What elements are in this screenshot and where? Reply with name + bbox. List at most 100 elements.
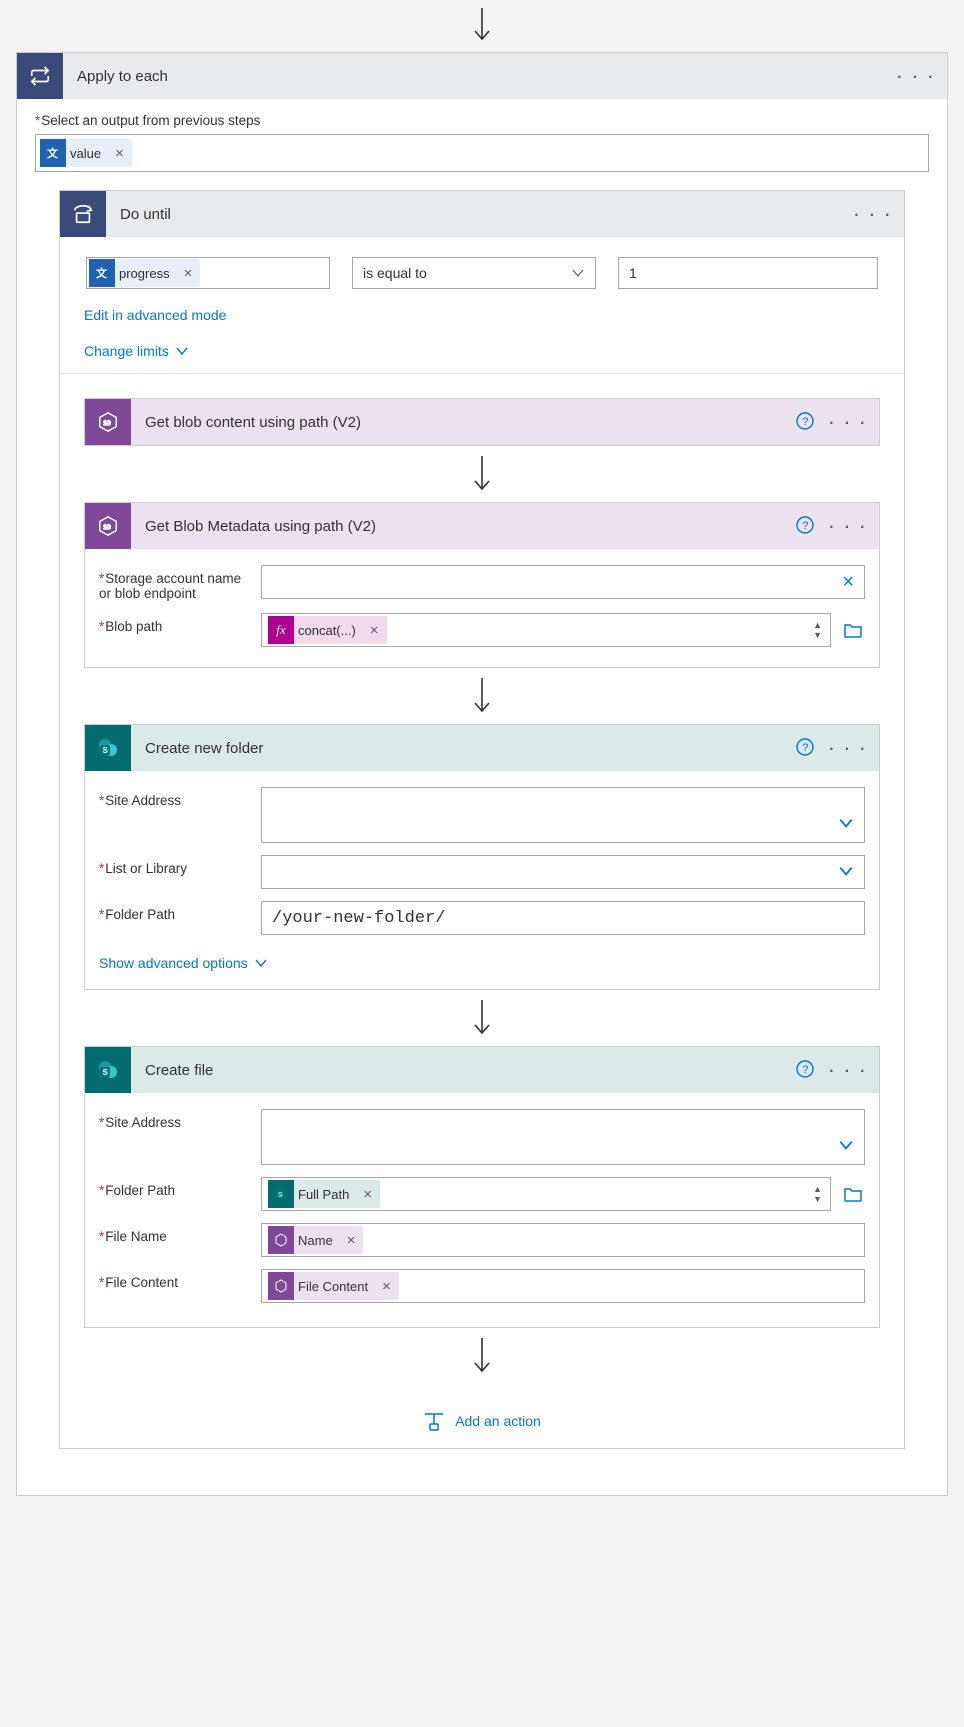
flow-arrow [84, 668, 880, 724]
svg-text:10: 10 [103, 420, 111, 427]
add-step-icon [423, 1410, 445, 1432]
name-token[interactable]: Name × [268, 1226, 363, 1254]
change-limits-link[interactable]: Change limits [84, 343, 189, 359]
chevron-down-icon [571, 266, 585, 280]
flow-arrow [0, 0, 964, 52]
sharepoint-icon: S [85, 725, 131, 771]
file-content-label: *File Content [99, 1269, 249, 1290]
create-folder-title: Create new folder [131, 740, 796, 757]
file-content-input[interactable]: File Content × [261, 1269, 865, 1303]
more-icon[interactable]: · · · [828, 521, 867, 531]
more-icon[interactable]: · · · [828, 743, 867, 753]
fx-icon: fx [268, 616, 294, 644]
do-until-icon [60, 191, 106, 237]
blob-content-title: Get blob content using path (V2) [131, 414, 796, 431]
condition-lhs[interactable]: 文 progress × [86, 257, 330, 289]
do-until-title: Do until [106, 206, 853, 223]
chevron-down-icon[interactable] [838, 1137, 854, 1156]
file-name-input[interactable]: Name × [261, 1223, 865, 1257]
svg-text:?: ? [802, 742, 808, 754]
blob-path-input[interactable]: fx concat(...) × ▲▼ [261, 613, 831, 647]
condition-operator[interactable]: is equal to [352, 257, 596, 289]
show-advanced-link[interactable]: Show advanced options [99, 955, 268, 971]
select-output-label: *Select an output from previous steps [35, 113, 929, 128]
svg-text:文: 文 [96, 266, 108, 280]
flow-arrow [84, 990, 880, 1046]
help-icon[interactable]: ? [796, 738, 814, 759]
create-folder-header[interactable]: S Create new folder ? · · · [85, 725, 879, 771]
file-folder-path-input[interactable]: S Full Path × ▲▼ [261, 1177, 831, 1211]
remove-token-icon[interactable]: × [107, 145, 132, 162]
help-icon[interactable]: ? [796, 412, 814, 433]
create-file-header[interactable]: S Create file ? · · · [85, 1047, 879, 1093]
apply-to-each-title: Apply to each [63, 68, 896, 85]
svg-text:?: ? [802, 520, 808, 532]
create-file-card: S Create file ? · · · [84, 1046, 880, 1328]
loop-icon [17, 53, 63, 99]
remove-token-icon[interactable]: × [362, 622, 387, 639]
remove-token-icon[interactable]: × [355, 1186, 380, 1203]
get-blob-content-header[interactable]: 10 Get blob content using path (V2) ? · … [85, 399, 879, 445]
help-icon[interactable]: ? [796, 516, 814, 537]
file-folder-path-label: *Folder Path [99, 1177, 249, 1198]
site-address-label: *Site Address [99, 787, 249, 808]
condition-rhs[interactable]: 1 [618, 257, 878, 289]
blob-icon: 10 [85, 503, 131, 549]
svg-text:?: ? [802, 1064, 808, 1076]
do-until-card: Do until · · · 文 progress [59, 190, 905, 1449]
full-path-token[interactable]: S Full Path × [268, 1180, 380, 1208]
site-address-input[interactable] [261, 787, 865, 843]
blob-metadata-title: Get Blob Metadata using path (V2) [131, 518, 796, 535]
spinner-icon[interactable]: ▲▼ [811, 1184, 824, 1204]
file-content-token[interactable]: File Content × [268, 1272, 399, 1300]
storage-account-input[interactable]: × [261, 565, 865, 599]
value-token[interactable]: 文 value × [40, 139, 132, 167]
svg-text:文: 文 [47, 146, 59, 160]
concat-token[interactable]: fx concat(...) × [268, 616, 387, 644]
apply-to-each-header[interactable]: Apply to each · · · [17, 53, 947, 99]
clear-icon[interactable]: × [838, 571, 858, 594]
folder-path-input[interactable]: /your-new-folder/ [261, 901, 865, 935]
do-until-header[interactable]: Do until · · · [60, 191, 904, 237]
create-file-title: Create file [131, 1062, 796, 1079]
apply-to-each-card: Apply to each · · · *Select an output fr… [16, 52, 948, 1496]
remove-token-icon[interactable]: × [374, 1278, 399, 1295]
svg-text:S: S [278, 1192, 283, 1199]
blob-icon: 10 [85, 399, 131, 445]
file-site-address-input[interactable] [261, 1109, 865, 1165]
more-icon[interactable]: · · · [853, 209, 892, 219]
create-folder-card: S Create new folder ? · · · [84, 724, 880, 990]
chevron-down-icon [254, 956, 268, 970]
flow-arrow [84, 446, 880, 502]
more-icon[interactable]: · · · [896, 71, 935, 81]
browse-folder-icon[interactable] [841, 613, 865, 647]
translator-icon: 文 [40, 139, 66, 167]
get-blob-metadata-header[interactable]: 10 Get Blob Metadata using path (V2) ? ·… [85, 503, 879, 549]
list-library-label: *List or Library [99, 855, 249, 876]
progress-token[interactable]: 文 progress × [89, 259, 200, 287]
browse-folder-icon[interactable] [841, 1177, 865, 1211]
svg-text:S: S [103, 746, 109, 755]
remove-token-icon[interactable]: × [176, 265, 201, 282]
spinner-icon[interactable]: ▲▼ [811, 620, 824, 640]
edit-advanced-link[interactable]: Edit in advanced mode [84, 307, 226, 323]
file-site-address-label: *Site Address [99, 1109, 249, 1130]
chevron-down-icon[interactable] [838, 815, 854, 834]
svg-text:?: ? [802, 416, 808, 428]
blob-icon [268, 1226, 294, 1254]
help-icon[interactable]: ? [796, 1060, 814, 1081]
chevron-down-icon[interactable] [838, 863, 854, 882]
get-blob-content-card: 10 Get blob content using path (V2) ? · … [84, 398, 880, 446]
more-icon[interactable]: · · · [828, 417, 867, 427]
translator-icon: 文 [89, 259, 115, 287]
svg-text:10: 10 [103, 524, 111, 531]
select-output-input[interactable]: 文 value × [35, 134, 929, 172]
remove-token-icon[interactable]: × [339, 1232, 364, 1249]
get-blob-metadata-card: 10 Get Blob Metadata using path (V2) ? ·… [84, 502, 880, 668]
more-icon[interactable]: · · · [828, 1065, 867, 1075]
sharepoint-icon: S [268, 1180, 294, 1208]
storage-account-label: *Storage account name or blob endpoint [99, 565, 249, 601]
list-library-input[interactable] [261, 855, 865, 889]
add-action-button[interactable]: Add an action [84, 1384, 880, 1432]
flow-arrow [84, 1328, 880, 1384]
